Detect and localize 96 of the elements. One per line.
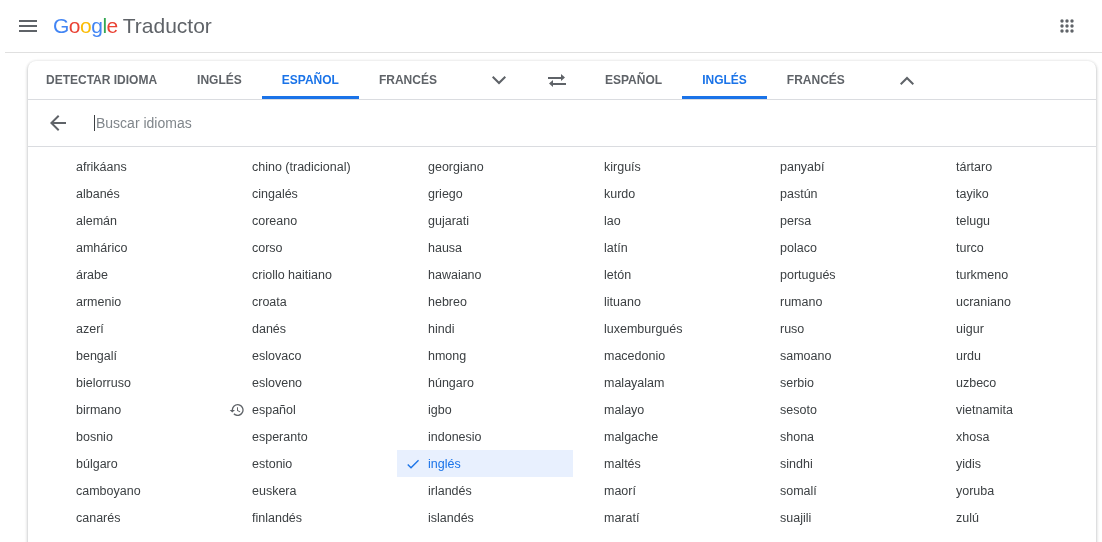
product-name: Traductor xyxy=(122,14,212,38)
language-option[interactable]: albanés xyxy=(45,180,221,207)
language-option[interactable]: hawaiano xyxy=(397,261,573,288)
language-option[interactable]: zulú xyxy=(925,504,1096,531)
language-option[interactable]: sindhi xyxy=(749,450,925,477)
language-option[interactable]: turkmeno xyxy=(925,261,1096,288)
logo-text: Google xyxy=(53,14,118,38)
language-tab[interactable]: FRANCÉS xyxy=(358,61,457,99)
menu-icon[interactable] xyxy=(19,19,37,33)
language-option[interactable]: rumano xyxy=(749,288,925,315)
language-option[interactable]: luxemburgués xyxy=(573,315,749,342)
language-tab[interactable]: ESPAÑOL xyxy=(261,61,359,99)
language-option[interactable]: georgiano xyxy=(397,153,573,180)
language-option[interactable]: yidis xyxy=(925,450,1096,477)
language-option[interactable]: kirguís xyxy=(573,153,749,180)
language-option[interactable]: danés xyxy=(221,315,397,342)
language-option[interactable]: serbio xyxy=(749,369,925,396)
language-tab[interactable]: ESPAÑOL xyxy=(585,61,683,99)
language-option[interactable]: panyabí xyxy=(749,153,925,180)
language-option[interactable]: finlandés xyxy=(221,504,397,531)
language-option[interactable]: azerí xyxy=(45,315,221,342)
language-option[interactable]: kurdo xyxy=(573,180,749,207)
language-option[interactable]: indonesio xyxy=(397,423,573,450)
language-option[interactable]: malgache xyxy=(573,423,749,450)
language-option[interactable]: canarés xyxy=(45,504,221,531)
language-option[interactable]: uigur xyxy=(925,315,1096,342)
language-option[interactable]: español xyxy=(221,396,397,423)
language-option[interactable]: estonio xyxy=(221,450,397,477)
language-option[interactable]: samoano xyxy=(749,342,925,369)
language-option[interactable]: igbo xyxy=(397,396,573,423)
language-option[interactable]: alemán xyxy=(45,207,221,234)
language-option[interactable]: gujarati xyxy=(397,207,573,234)
language-option[interactable]: turco xyxy=(925,234,1096,261)
language-option[interactable]: polaco xyxy=(749,234,925,261)
language-option[interactable]: corso xyxy=(221,234,397,261)
language-option[interactable]: bielorruso xyxy=(45,369,221,396)
language-option[interactable]: uzbeco xyxy=(925,369,1096,396)
language-option[interactable]: maltés xyxy=(573,450,749,477)
language-tab[interactable]: DETECTAR IDIOMA xyxy=(28,61,178,99)
language-option[interactable]: hindi xyxy=(397,315,573,342)
language-option[interactable]: croata xyxy=(221,288,397,315)
language-option[interactable]: tártaro xyxy=(925,153,1096,180)
apps-icon[interactable] xyxy=(1060,19,1074,33)
language-option[interactable]: coreano xyxy=(221,207,397,234)
language-option[interactable]: bosnio xyxy=(45,423,221,450)
language-option[interactable]: latín xyxy=(573,234,749,261)
language-option[interactable]: hmong xyxy=(397,342,573,369)
language-option[interactable]: macedonio xyxy=(573,342,749,369)
language-tab[interactable]: FRANCÉS xyxy=(766,61,865,99)
language-option[interactable]: chino (tradicional) xyxy=(221,153,397,180)
language-tab[interactable]: INGLÉS xyxy=(682,61,767,99)
language-option[interactable]: afrikáans xyxy=(45,153,221,180)
language-option[interactable]: letón xyxy=(573,261,749,288)
language-option[interactable]: maratí xyxy=(573,504,749,531)
language-option[interactable]: yoruba xyxy=(925,477,1096,504)
language-option[interactable]: hebreo xyxy=(397,288,573,315)
language-option[interactable]: esperanto xyxy=(221,423,397,450)
language-option[interactable]: lituano xyxy=(573,288,749,315)
language-option[interactable]: árabe xyxy=(45,261,221,288)
language-option[interactable]: inglés xyxy=(397,450,573,477)
language-option[interactable]: ucraniano xyxy=(925,288,1096,315)
language-option[interactable]: amhárico xyxy=(45,234,221,261)
language-option[interactable]: islandés xyxy=(397,504,573,531)
language-option[interactable]: xhosa xyxy=(925,423,1096,450)
language-option[interactable]: urdu xyxy=(925,342,1096,369)
language-option[interactable]: sesoto xyxy=(749,396,925,423)
language-option[interactable]: euskera xyxy=(221,477,397,504)
language-option[interactable]: irlandés xyxy=(397,477,573,504)
language-option[interactable]: criollo haitiano xyxy=(221,261,397,288)
language-option[interactable]: armenio xyxy=(45,288,221,315)
language-option[interactable]: portugués xyxy=(749,261,925,288)
language-option[interactable]: esloveno xyxy=(221,369,397,396)
language-option[interactable]: persa xyxy=(749,207,925,234)
language-option[interactable]: bengalí xyxy=(45,342,221,369)
language-option[interactable]: maorí xyxy=(573,477,749,504)
history-icon xyxy=(229,402,245,418)
language-option[interactable]: malayalam xyxy=(573,369,749,396)
language-tab[interactable]: INGLÉS xyxy=(177,61,262,99)
language-option[interactable]: vietnamita xyxy=(925,396,1096,423)
language-option[interactable]: camboyano xyxy=(45,477,221,504)
language-option[interactable]: lao xyxy=(573,207,749,234)
language-option[interactable]: suajili xyxy=(749,504,925,531)
language-option[interactable]: cingalés xyxy=(221,180,397,207)
language-option[interactable]: tayiko xyxy=(925,180,1096,207)
language-option[interactable]: eslovaco xyxy=(221,342,397,369)
language-option[interactable]: griego xyxy=(397,180,573,207)
language-option[interactable]: hausa xyxy=(397,234,573,261)
language-option[interactable]: somalí xyxy=(749,477,925,504)
language-option[interactable]: telugu xyxy=(925,207,1096,234)
language-option[interactable]: shona xyxy=(749,423,925,450)
language-option[interactable]: ruso xyxy=(749,315,925,342)
language-option[interactable]: malayo xyxy=(573,396,749,423)
language-option[interactable]: pastún xyxy=(749,180,925,207)
language-option[interactable]: búlgaro xyxy=(45,450,221,477)
language-option[interactable]: birmano xyxy=(45,396,221,423)
language-option[interactable]: húngaro xyxy=(397,369,573,396)
